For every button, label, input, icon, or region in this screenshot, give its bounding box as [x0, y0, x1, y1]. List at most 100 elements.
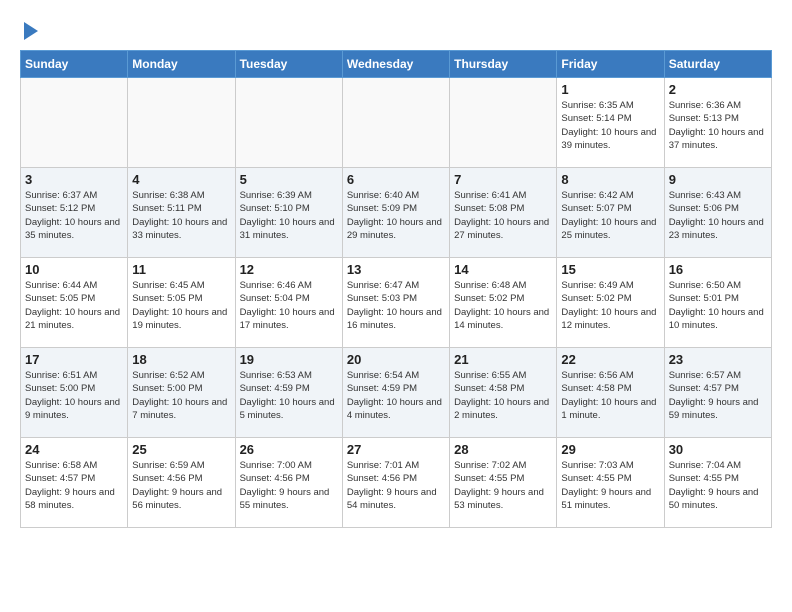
day-number: 1	[561, 82, 659, 97]
day-number: 18	[132, 352, 230, 367]
day-number: 10	[25, 262, 123, 277]
day-number: 2	[669, 82, 767, 97]
calendar-cell: 5Sunrise: 6:39 AMSunset: 5:10 PMDaylight…	[235, 168, 342, 258]
calendar-week-4: 17 Sunrise: 6:51 AMSunset: 5:00 PMDayligh…	[21, 348, 772, 438]
day-number: 3	[25, 172, 123, 187]
calendar-cell: 16 Sunrise: 6:50 AMSunset: 5:01 PMDayligh…	[664, 258, 771, 348]
day-info: Sunrise: 6:56 AMSunset: 4:58 PMDaylight:…	[561, 369, 659, 422]
day-number: 20	[347, 352, 445, 367]
header-monday: Monday	[128, 51, 235, 78]
header-thursday: Thursday	[450, 51, 557, 78]
header-wednesday: Wednesday	[342, 51, 449, 78]
calendar-cell: 2 Sunrise: 6:36 AMSunset: 5:13 PMDaylight…	[664, 78, 771, 168]
day-number: 26	[240, 442, 338, 457]
calendar-cell: 7 Sunrise: 6:41 AMSunset: 5:08 PMDaylight…	[450, 168, 557, 258]
calendar-cell	[450, 78, 557, 168]
calendar-cell: 22 Sunrise: 6:56 AMSunset: 4:58 PMDayligh…	[557, 348, 664, 438]
day-number: 4	[132, 172, 230, 187]
day-number: 12	[240, 262, 338, 277]
day-info: Sunrise: 6:36 AMSunset: 5:13 PMDaylight:…	[669, 99, 767, 152]
day-info: Sunrise: 6:37 AMSunset: 5:12 PMDaylight:…	[25, 189, 123, 242]
day-info: Sunrise: 6:46 AMSunset: 5:04 PMDaylight:…	[240, 279, 338, 332]
calendar-cell: 24 Sunrise: 6:58 AMSunset: 4:57 PMDayligh…	[21, 438, 128, 528]
day-number: 15	[561, 262, 659, 277]
header-friday: Friday	[557, 51, 664, 78]
calendar-week-3: 10 Sunrise: 6:44 AMSunset: 5:05 PMDayligh…	[21, 258, 772, 348]
calendar-header-row: SundayMondayTuesdayWednesdayThursdayFrid…	[21, 51, 772, 78]
day-info: Sunrise: 6:41 AMSunset: 5:08 PMDaylight:…	[454, 189, 552, 242]
calendar-cell: 9 Sunrise: 6:43 AMSunset: 5:06 PMDaylight…	[664, 168, 771, 258]
calendar-cell: 17 Sunrise: 6:51 AMSunset: 5:00 PMDayligh…	[21, 348, 128, 438]
calendar-cell: 27Sunrise: 7:01 AMSunset: 4:56 PMDayligh…	[342, 438, 449, 528]
calendar-cell: 14Sunrise: 6:48 AMSunset: 5:02 PMDayligh…	[450, 258, 557, 348]
day-number: 16	[669, 262, 767, 277]
day-info: Sunrise: 7:00 AMSunset: 4:56 PMDaylight:…	[240, 459, 338, 512]
calendar-cell: 1 Sunrise: 6:35 AMSunset: 5:14 PMDaylight…	[557, 78, 664, 168]
day-info: Sunrise: 6:50 AMSunset: 5:01 PMDaylight:…	[669, 279, 767, 332]
calendar-week-5: 24 Sunrise: 6:58 AMSunset: 4:57 PMDayligh…	[21, 438, 772, 528]
calendar-cell	[235, 78, 342, 168]
calendar-cell: 15 Sunrise: 6:49 AMSunset: 5:02 PMDayligh…	[557, 258, 664, 348]
day-info: Sunrise: 6:59 AMSunset: 4:56 PMDaylight:…	[132, 459, 230, 512]
calendar-cell: 18 Sunrise: 6:52 AMSunset: 5:00 PMDayligh…	[128, 348, 235, 438]
header-tuesday: Tuesday	[235, 51, 342, 78]
calendar-cell	[342, 78, 449, 168]
calendar-cell: 13Sunrise: 6:47 AMSunset: 5:03 PMDayligh…	[342, 258, 449, 348]
day-number: 6	[347, 172, 445, 187]
calendar-cell: 6 Sunrise: 6:40 AMSunset: 5:09 PMDaylight…	[342, 168, 449, 258]
calendar-cell	[128, 78, 235, 168]
day-number: 17	[25, 352, 123, 367]
day-info: Sunrise: 6:40 AMSunset: 5:09 PMDaylight:…	[347, 189, 445, 242]
day-number: 9	[669, 172, 767, 187]
day-info: Sunrise: 7:04 AMSunset: 4:55 PMDaylight:…	[669, 459, 767, 512]
calendar-cell: 4 Sunrise: 6:38 AMSunset: 5:11 PMDaylight…	[128, 168, 235, 258]
calendar-cell: 12 Sunrise: 6:46 AMSunset: 5:04 PMDayligh…	[235, 258, 342, 348]
day-number: 5	[240, 172, 338, 187]
day-number: 24	[25, 442, 123, 457]
calendar-table: SundayMondayTuesdayWednesdayThursdayFrid…	[20, 50, 772, 528]
day-number: 7	[454, 172, 552, 187]
day-number: 22	[561, 352, 659, 367]
day-info: Sunrise: 6:49 AMSunset: 5:02 PMDaylight:…	[561, 279, 659, 332]
day-info: Sunrise: 6:55 AMSunset: 4:58 PMDaylight:…	[454, 369, 552, 422]
logo-arrow-icon	[24, 22, 38, 40]
calendar-cell: 10 Sunrise: 6:44 AMSunset: 5:05 PMDayligh…	[21, 258, 128, 348]
day-info: Sunrise: 6:38 AMSunset: 5:11 PMDaylight:…	[132, 189, 230, 242]
calendar-cell: 8 Sunrise: 6:42 AMSunset: 5:07 PMDaylight…	[557, 168, 664, 258]
day-info: Sunrise: 7:03 AMSunset: 4:55 PMDaylight:…	[561, 459, 659, 512]
day-number: 29	[561, 442, 659, 457]
page-header	[20, 20, 772, 40]
day-info: Sunrise: 6:44 AMSunset: 5:05 PMDaylight:…	[25, 279, 123, 332]
header-sunday: Sunday	[21, 51, 128, 78]
day-info: Sunrise: 6:47 AMSunset: 5:03 PMDaylight:…	[347, 279, 445, 332]
day-info: Sunrise: 6:43 AMSunset: 5:06 PMDaylight:…	[669, 189, 767, 242]
calendar-cell: 3 Sunrise: 6:37 AMSunset: 5:12 PMDaylight…	[21, 168, 128, 258]
day-number: 11	[132, 262, 230, 277]
calendar-cell: 23Sunrise: 6:57 AMSunset: 4:57 PMDayligh…	[664, 348, 771, 438]
calendar-cell: 26 Sunrise: 7:00 AMSunset: 4:56 PMDayligh…	[235, 438, 342, 528]
calendar-cell: 30 Sunrise: 7:04 AMSunset: 4:55 PMDayligh…	[664, 438, 771, 528]
calendar-cell: 25 Sunrise: 6:59 AMSunset: 4:56 PMDayligh…	[128, 438, 235, 528]
day-info: Sunrise: 6:35 AMSunset: 5:14 PMDaylight:…	[561, 99, 659, 152]
calendar-cell: 20 Sunrise: 6:54 AMSunset: 4:59 PMDayligh…	[342, 348, 449, 438]
calendar-cell: 21 Sunrise: 6:55 AMSunset: 4:58 PMDayligh…	[450, 348, 557, 438]
calendar-week-1: 1 Sunrise: 6:35 AMSunset: 5:14 PMDaylight…	[21, 78, 772, 168]
day-number: 21	[454, 352, 552, 367]
day-number: 27	[347, 442, 445, 457]
day-info: Sunrise: 6:51 AMSunset: 5:00 PMDaylight:…	[25, 369, 123, 422]
day-number: 8	[561, 172, 659, 187]
calendar-cell: 19Sunrise: 6:53 AMSunset: 4:59 PMDayligh…	[235, 348, 342, 438]
day-number: 25	[132, 442, 230, 457]
calendar-cell: 11Sunrise: 6:45 AMSunset: 5:05 PMDayligh…	[128, 258, 235, 348]
day-info: Sunrise: 6:54 AMSunset: 4:59 PMDaylight:…	[347, 369, 445, 422]
calendar-week-2: 3 Sunrise: 6:37 AMSunset: 5:12 PMDaylight…	[21, 168, 772, 258]
day-info: Sunrise: 6:58 AMSunset: 4:57 PMDaylight:…	[25, 459, 123, 512]
day-number: 19	[240, 352, 338, 367]
header-saturday: Saturday	[664, 51, 771, 78]
calendar-cell	[21, 78, 128, 168]
day-number: 30	[669, 442, 767, 457]
calendar-cell: 29 Sunrise: 7:03 AMSunset: 4:55 PMDayligh…	[557, 438, 664, 528]
day-info: Sunrise: 6:42 AMSunset: 5:07 PMDaylight:…	[561, 189, 659, 242]
day-number: 23	[669, 352, 767, 367]
day-info: Sunrise: 6:52 AMSunset: 5:00 PMDaylight:…	[132, 369, 230, 422]
